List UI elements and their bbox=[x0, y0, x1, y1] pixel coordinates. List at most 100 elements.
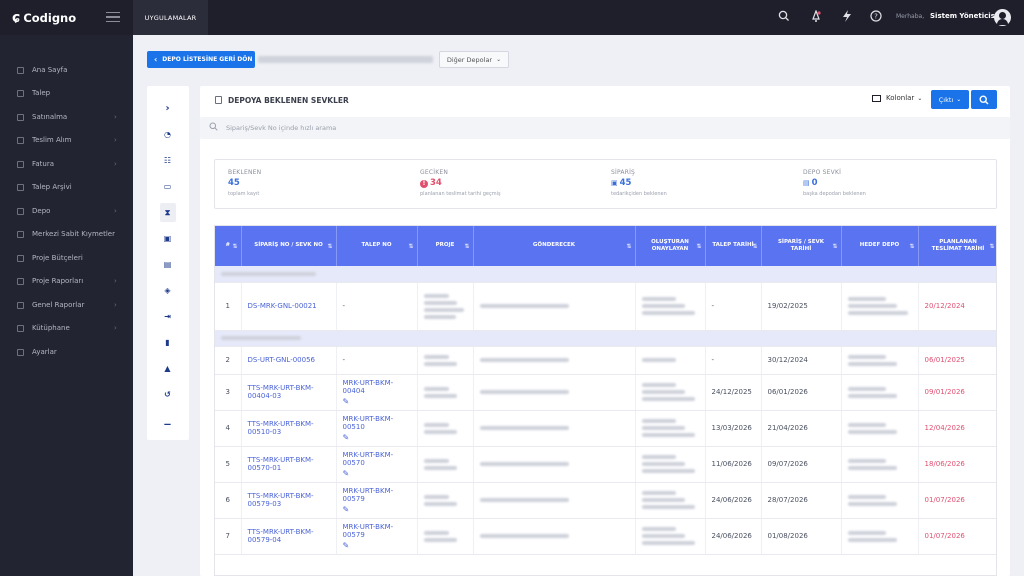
column-header-0[interactable]: # ⇅ bbox=[215, 226, 242, 266]
edit-icon[interactable]: ✎ bbox=[343, 433, 350, 442]
order-no-link[interactable]: TTS-MRK-URT-BKM-00510-03 bbox=[241, 410, 337, 447]
sort-icon[interactable]: ⇅ bbox=[232, 243, 237, 251]
sort-icon[interactable]: ⇅ bbox=[909, 243, 914, 251]
search-input[interactable] bbox=[226, 121, 726, 135]
sort-icon[interactable]: ⇅ bbox=[626, 243, 631, 251]
order-no-link-text[interactable]: DS-MRK-GNL-00021 bbox=[248, 302, 317, 310]
hierarchy-icon[interactable]: ☷ bbox=[163, 156, 172, 165]
order-no-link[interactable]: TTS-MRK-URT-BKM-00570-01 bbox=[241, 446, 337, 483]
planned-date: 01/07/2026 bbox=[918, 482, 996, 519]
talep-no[interactable]: MRK-URT-BKM-00579 ✎ bbox=[336, 482, 418, 519]
bookmark-icon[interactable]: ▮ bbox=[163, 338, 172, 347]
table-row[interactable]: 2 DS-URT-GNL-00056 - - 30/12/2024 06/01/2025 bbox=[215, 346, 996, 375]
redacted-text bbox=[479, 534, 569, 538]
other-depots-dropdown[interactable]: Diğer Depolar ⌄ bbox=[439, 51, 509, 68]
sort-icon[interactable]: ⇅ bbox=[832, 243, 837, 251]
bell-icon[interactable] bbox=[809, 9, 823, 24]
sidebar-item-7[interactable]: Merkezi Sabit Kıymetler bbox=[0, 226, 133, 242]
sort-icon[interactable]: ⇅ bbox=[327, 243, 332, 251]
hourglass-icon[interactable]: ⧗ bbox=[163, 208, 172, 217]
sign-out-icon[interactable]: ⇥ bbox=[163, 312, 172, 321]
sidebar-item-3[interactable]: Teslim Alım › bbox=[0, 132, 133, 148]
lightning-icon[interactable] bbox=[840, 10, 854, 24]
talep-no-text[interactable]: MRK-URT-BKM-00404 bbox=[343, 379, 394, 395]
columns-dropdown[interactable]: Kolonlar ⌄ bbox=[872, 94, 922, 102]
column-header-7[interactable]: SİPARİŞ / SEVK TARİHİ ⇅ bbox=[761, 226, 842, 266]
order-no-link[interactable]: DS-MRK-GNL-00021 bbox=[241, 282, 337, 331]
sidebar-item-8[interactable]: Proje Bütçeleri bbox=[0, 250, 133, 266]
order-no-link[interactable]: TTS-MRK-URT-BKM-00579-03 bbox=[241, 482, 337, 519]
table-row[interactable]: 5 TTS-MRK-URT-BKM-00570-01 MRK-URT-BKM-005… bbox=[215, 446, 996, 483]
sort-icon[interactable]: ⇅ bbox=[408, 243, 413, 251]
redacted-text bbox=[847, 530, 886, 535]
sort-icon[interactable]: ⇅ bbox=[989, 243, 994, 251]
sidebar-item-5[interactable]: Talep Arşivi bbox=[0, 179, 133, 195]
order-no-link[interactable]: TTS-MRK-URT-BKM-00579-04 bbox=[241, 518, 337, 555]
search-icon[interactable] bbox=[777, 10, 791, 24]
column-header-2[interactable]: TALEP NO ⇅ bbox=[336, 226, 418, 266]
sidebar-item-6[interactable]: Depo › bbox=[0, 203, 133, 219]
order-no-link-text[interactable]: TTS-MRK-URT-BKM-00510-03 bbox=[248, 420, 314, 436]
sidebar-item-11[interactable]: Kütüphane › bbox=[0, 320, 133, 336]
sidebar-item-10[interactable]: Genel Raporlar › bbox=[0, 297, 133, 313]
table-row[interactable]: 6 TTS-MRK-URT-BKM-00579-03 MRK-URT-BKM-005… bbox=[215, 482, 996, 519]
monitor-icon[interactable]: ▭ bbox=[163, 182, 172, 191]
help-icon[interactable]: ? bbox=[869, 10, 883, 24]
chart-icon[interactable]: ▁ bbox=[163, 416, 172, 425]
talep-no-text[interactable]: MRK-URT-BKM-00570 bbox=[343, 451, 394, 467]
sort-icon[interactable]: ⇅ bbox=[464, 243, 469, 251]
sidebar-item-0[interactable]: Ana Sayfa bbox=[0, 62, 133, 78]
column-header-1[interactable]: SİPARİŞ NO / SEVK NO ⇅ bbox=[241, 226, 337, 266]
column-header-3[interactable]: PROJE ⇅ bbox=[417, 226, 474, 266]
order-no-link[interactable]: DS-URT-GNL-00056 bbox=[241, 346, 337, 375]
table-row[interactable]: 7 TTS-MRK-URT-BKM-00579-04 MRK-URT-BKM-005… bbox=[215, 518, 996, 555]
apps-tab[interactable]: UYGULAMALAR bbox=[133, 0, 208, 35]
edit-icon[interactable]: ✎ bbox=[343, 505, 350, 514]
sidebar-item-1[interactable]: Talep bbox=[0, 85, 133, 101]
order-no-link-text[interactable]: TTS-MRK-URT-BKM-00404-03 bbox=[248, 384, 314, 400]
talep-no[interactable]: MRK-URT-BKM-00579 ✎ bbox=[336, 518, 418, 555]
menu-toggle-icon[interactable] bbox=[106, 12, 120, 25]
column-header-9[interactable]: PLANLANAN TESLİMAT TARİHİ ⇅ bbox=[918, 226, 996, 266]
zoom-search-button[interactable] bbox=[971, 90, 997, 109]
order-no-link-text[interactable]: DS-URT-GNL-00056 bbox=[248, 356, 315, 364]
back-to-depot-list-button[interactable]: ‹ DEPO LİSTESİNE GERİ DÖN bbox=[147, 51, 255, 68]
column-header-5[interactable]: OLUŞTURAN ONAYLAYAN ⇅ bbox=[635, 226, 706, 266]
history-icon[interactable]: ↺ bbox=[163, 390, 172, 399]
order-no-link-text[interactable]: TTS-MRK-URT-BKM-00579-04 bbox=[248, 528, 314, 544]
print-button[interactable]: Çıktı ⌄ bbox=[931, 90, 969, 109]
table-row[interactable]: 4 TTS-MRK-URT-BKM-00510-03 MRK-URT-BKM-005… bbox=[215, 410, 996, 447]
sidebar-item-12[interactable]: Ayarlar bbox=[0, 344, 133, 360]
order-no-link[interactable]: TTS-MRK-URT-BKM-00404-03 bbox=[241, 374, 337, 411]
table-row[interactable]: 1 DS-MRK-GNL-00021 - - 19/02/2025 20/12/2024 bbox=[215, 282, 996, 331]
order-no-link-text[interactable]: TTS-MRK-URT-BKM-00570-01 bbox=[248, 456, 314, 472]
sidebar-item-9[interactable]: Proje Raporları › bbox=[0, 273, 133, 289]
user-name[interactable]: Sistem Yöneticisi bbox=[930, 12, 997, 20]
table-row[interactable]: 3 TTS-MRK-URT-BKM-00404-03 MRK-URT-BKM-004… bbox=[215, 374, 996, 411]
sort-icon[interactable]: ⇅ bbox=[752, 243, 757, 251]
talep-no-text[interactable]: MRK-URT-BKM-00510 bbox=[343, 415, 394, 431]
sidebar-item-4[interactable]: Fatura › bbox=[0, 156, 133, 172]
warning-icon[interactable]: ▲ bbox=[163, 364, 172, 373]
order-no-link-text[interactable]: TTS-MRK-URT-BKM-00579-03 bbox=[248, 492, 314, 508]
truck-icon[interactable]: ▣ bbox=[163, 234, 172, 243]
edit-icon[interactable]: ✎ bbox=[343, 469, 350, 478]
avatar[interactable] bbox=[994, 9, 1011, 26]
column-header-8[interactable]: HEDEF DEPO ⇅ bbox=[841, 226, 919, 266]
chevron-down-icon: ⌄ bbox=[496, 56, 502, 63]
clipboard-icon[interactable]: ▤ bbox=[163, 260, 172, 269]
dashboard-icon[interactable]: ◔ bbox=[163, 130, 172, 139]
talep-no[interactable]: MRK-URT-BKM-00510 ✎ bbox=[336, 410, 418, 447]
talep-no-text[interactable]: MRK-URT-BKM-00579 bbox=[343, 487, 394, 503]
column-header-6[interactable]: TALEP TARİHİ ⇅ bbox=[705, 226, 762, 266]
talep-no[interactable]: MRK-URT-BKM-00404 ✎ bbox=[336, 374, 418, 411]
talep-no[interactable]: MRK-URT-BKM-00570 ✎ bbox=[336, 446, 418, 483]
sidebar-item-2[interactable]: Satınalma › bbox=[0, 109, 133, 125]
sort-icon[interactable]: ⇅ bbox=[696, 243, 701, 251]
talep-no-text[interactable]: MRK-URT-BKM-00579 bbox=[343, 523, 394, 539]
box-icon[interactable]: ◈ bbox=[163, 286, 172, 295]
column-header-4[interactable]: GÖNDERECEK ⇅ bbox=[473, 226, 636, 266]
edit-icon[interactable]: ✎ bbox=[343, 541, 350, 550]
edit-icon[interactable]: ✎ bbox=[343, 397, 350, 406]
expand-chevron-icon[interactable]: › bbox=[163, 104, 172, 114]
